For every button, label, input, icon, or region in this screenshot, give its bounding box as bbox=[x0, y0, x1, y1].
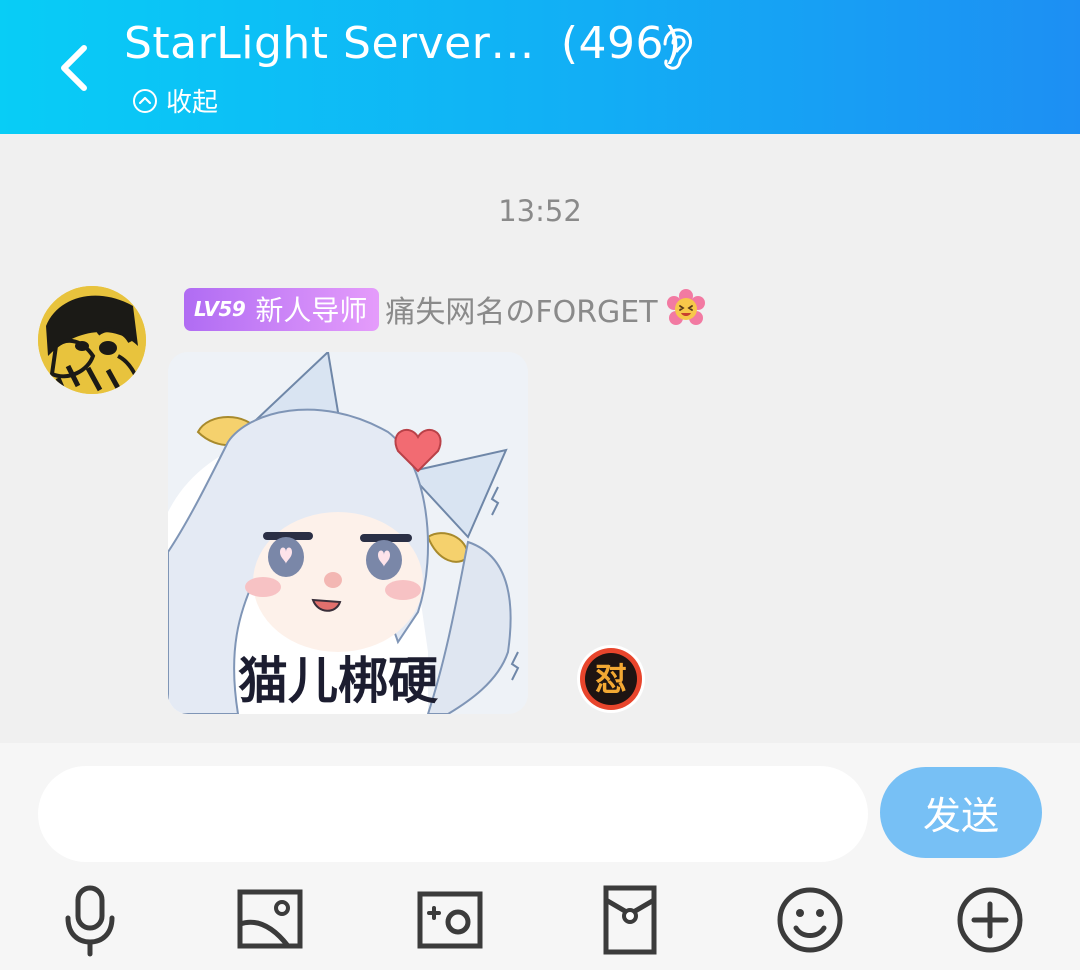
red-packet-icon[interactable] bbox=[590, 880, 670, 960]
plus-icon[interactable] bbox=[950, 880, 1030, 960]
group-title[interactable]: StarLight Server… (496) bbox=[124, 18, 682, 69]
message-input[interactable] bbox=[38, 766, 868, 862]
microphone-icon[interactable] bbox=[50, 880, 130, 960]
ear-icon[interactable] bbox=[655, 26, 695, 72]
back-chevron-icon[interactable] bbox=[52, 40, 100, 96]
collapse-label: 收起 bbox=[166, 88, 219, 118]
collapse-circle-icon bbox=[133, 88, 157, 113]
image-icon[interactable] bbox=[230, 880, 310, 960]
role-text: 新人导师 bbox=[255, 294, 368, 327]
composer-toolbar bbox=[0, 880, 1080, 960]
level-badge: LV59 新人导师 bbox=[184, 287, 380, 331]
chat-header: StarLight Server… (496) 收起 bbox=[0, 0, 1080, 134]
svg-text:怼: 怼 bbox=[595, 660, 627, 698]
emoji-icon[interactable] bbox=[770, 880, 850, 960]
flower-emoji-icon bbox=[666, 289, 705, 325]
sender-avatar[interactable] bbox=[38, 286, 146, 394]
sticker-caption: 猫儿梆硬 bbox=[238, 652, 438, 710]
message-timestamp: 13:52 bbox=[498, 194, 582, 228]
message-composer: 发送 bbox=[0, 743, 1080, 970]
collapse-toggle[interactable]: 收起 bbox=[132, 82, 218, 119]
group-name: StarLight Server… bbox=[124, 18, 535, 69]
message-list[interactable]: 13:52 LV59 新人导师 痛失网名のFORGET 猫儿梆硬 怼 bbox=[0, 134, 1080, 743]
send-button[interactable]: 发送 bbox=[880, 767, 1042, 858]
sticker-message[interactable]: 猫儿梆硬 bbox=[168, 352, 528, 714]
reaction-emoji-icon[interactable]: 怼 bbox=[575, 643, 647, 715]
level-text: LV59 bbox=[194, 297, 246, 321]
camera-icon[interactable] bbox=[410, 880, 490, 960]
avatar-illustration bbox=[38, 286, 146, 394]
sender-name[interactable]: 痛失网名のFORGET bbox=[385, 287, 657, 331]
sender-meta: LV59 新人导师 痛失网名のFORGET bbox=[184, 287, 706, 331]
